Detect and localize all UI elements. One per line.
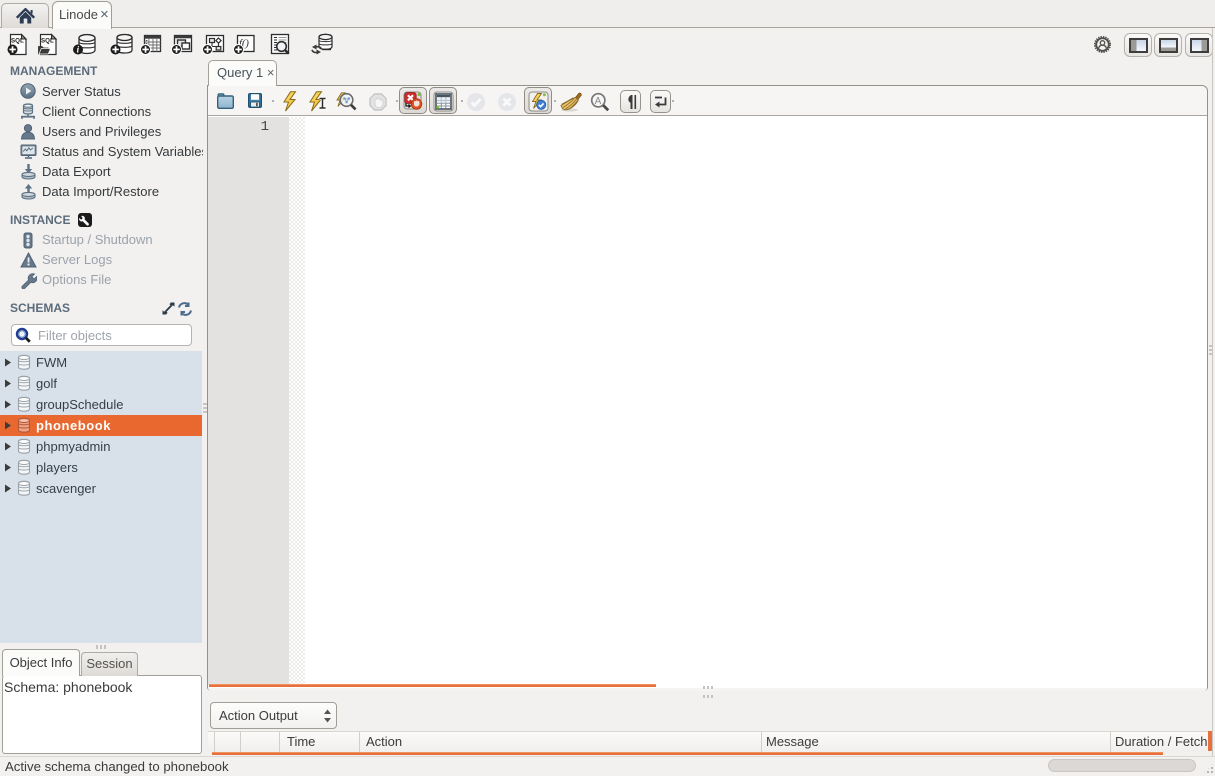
svg-text:SQL: SQL <box>41 38 54 45</box>
svg-text:SQL: SQL <box>11 38 24 45</box>
svg-text:A: A <box>595 96 602 107</box>
